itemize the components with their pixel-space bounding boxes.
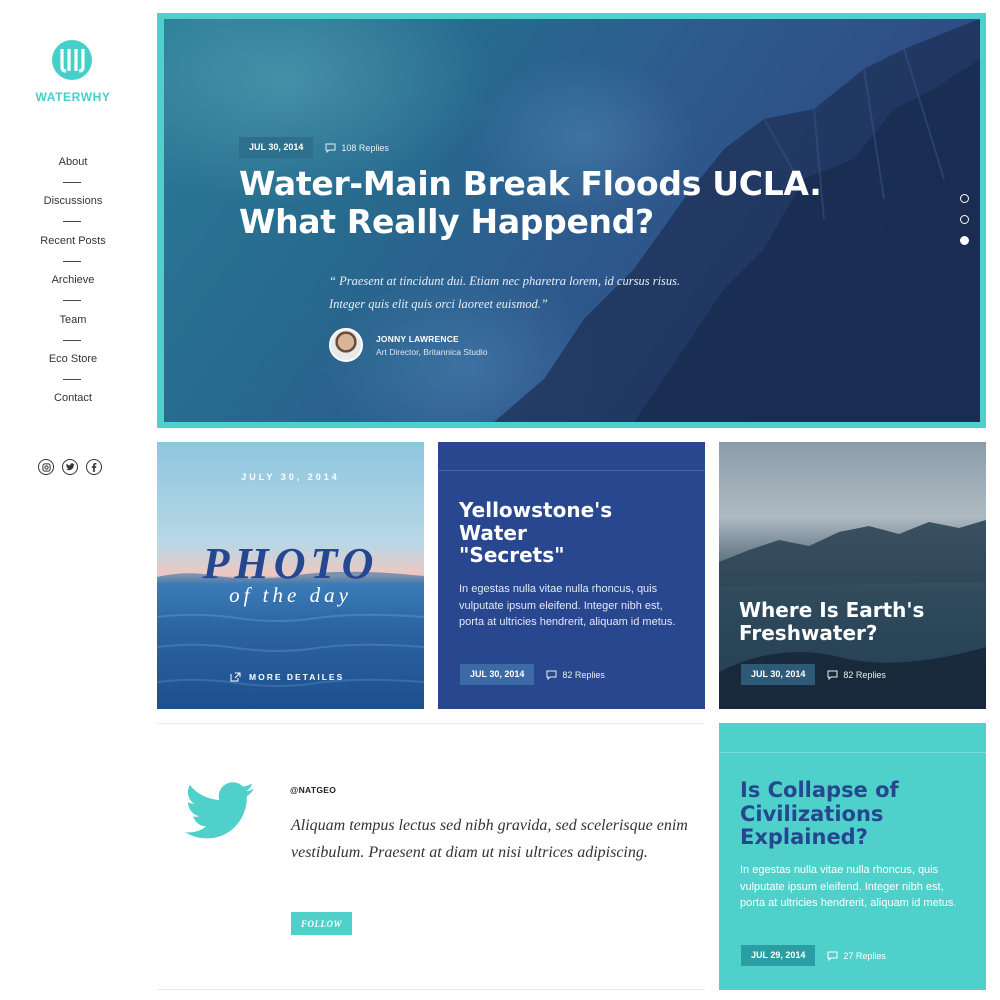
card-replies[interactable]: 27 Replies [827,951,886,961]
comment-icon [325,143,336,153]
sidebar: WATERWHY About Discussions Recent Posts … [0,0,146,1000]
slider-dots [960,194,969,245]
civilizations-card[interactable]: Is Collapse of Civilizations Explained? … [719,723,986,990]
card-meta: JUL 30, 2014 82 Replies [460,664,605,685]
card-divider [719,752,986,753]
card-replies-label: 82 Replies [843,669,886,680]
nav-item-team[interactable]: Team [0,308,146,347]
facebook-icon[interactable] [86,459,102,475]
social-links [38,459,102,475]
twitter-widget: @NATGEO Aliquam tempus lectus sed nibh g… [157,723,705,990]
hero-replies-label: 108 Replies [341,142,389,153]
card-replies-label: 27 Replies [843,950,886,961]
tweet-text: Aliquam tempus lectus sed nibh gravida, … [291,817,688,861]
main-nav: About Discussions Recent Posts Archieve … [0,150,146,426]
card-title[interactable]: Is Collapse of Civilizations Explained? [740,778,899,850]
more-details-link[interactable]: MORE DETAILES [230,672,344,682]
instagram-icon[interactable] [38,459,54,475]
hero-slider[interactable]: JUL 30, 2014 108 Replies Water-Main Brea… [157,13,986,428]
card-title-line-1: Yellowstone's [459,498,613,522]
card-title[interactable]: Yellowstone's Water "Secrets" [459,499,612,567]
hero-quote-line-2: Integer quis elit quis orci laoreet euis… [329,297,548,311]
brand-name[interactable]: WATERWHY [0,90,146,104]
twitter-bird-icon [185,782,254,839]
external-link-icon [230,672,241,682]
nav-item-contact[interactable]: Contact [0,386,146,425]
nav-item-discussions[interactable]: Discussions [0,189,146,228]
card-date-badge: JUL 30, 2014 [741,664,816,685]
comment-icon [827,670,838,680]
avatar [329,328,363,362]
photo-of-the-day-card[interactable]: JULY 30, 2014 PHOTO of the day MORE DETA… [157,442,424,709]
card-title[interactable]: Where Is Earth's Freshwater? [739,599,924,644]
photo-subheading: of the day [229,583,352,607]
card-replies-label: 82 Replies [562,669,605,680]
card-title-line-1: Is Collapse of [740,778,899,802]
comment-icon [827,951,838,961]
slider-dot-1[interactable] [960,194,969,203]
nav-item-archieve[interactable]: Archieve [0,268,146,307]
twitter-handle[interactable]: @NATGEO [290,785,336,795]
twitter-icon[interactable] [62,459,78,475]
nav-item-about[interactable]: About [0,150,146,189]
hero-image: JUL 30, 2014 108 Replies Water-Main Brea… [164,19,980,422]
hero-title[interactable]: Water-Main Break Floods UCLA. What Reall… [239,165,859,241]
card-date-badge: JUL 29, 2014 [741,945,816,966]
hero-quote-line-1: “ Praesent at tincidunt dui. Etiam nec p… [329,274,681,288]
slider-dot-3[interactable] [960,236,969,245]
card-title-line-2: Civilizations [740,801,884,826]
author-role: Art Director, Britannica Studio [376,346,488,357]
hero-meta: JUL 30, 2014 108 Replies [239,137,389,158]
hero-date-badge: JUL 30, 2014 [239,137,314,158]
comment-icon [546,670,557,680]
card-divider [438,470,705,471]
card-date-badge: JUL 30, 2014 [460,664,535,685]
hero-author: JONNY LAWRENCE Art Director, Britannica … [329,328,488,362]
card-replies[interactable]: 82 Replies [827,670,886,680]
card-title-line-1: Where Is Earth's [739,598,925,622]
card-title-line-3: "Secrets" [459,543,565,567]
hero-quote: “ Praesent at tincidunt dui. Etiam nec p… [329,270,749,316]
slider-dot-2[interactable] [960,215,969,224]
card-meta: JUL 30, 2014 82 Replies [741,664,886,685]
card-title-line-2: Water [459,520,527,545]
card-meta: JUL 29, 2014 27 Replies [741,945,886,966]
photo-date: JULY 30, 2014 [241,472,340,482]
freshwater-card[interactable]: Where Is Earth's Freshwater? JUL 30, 201… [719,442,986,709]
card-replies[interactable]: 82 Replies [546,670,605,680]
follow-button[interactable]: FOLLOW [291,912,352,935]
card-title-line-3: Explained? [740,825,868,849]
nav-item-eco-store[interactable]: Eco Store [0,347,146,386]
nav-item-recent-posts[interactable]: Recent Posts [0,229,146,268]
hero-replies[interactable]: 108 Replies [325,143,389,153]
yellowstone-card[interactable]: Yellowstone's Water "Secrets" In egestas… [438,442,705,709]
author-name: JONNY LAWRENCE [376,333,459,344]
card-excerpt: In egestas nulla vitae nulla rhoncus, qu… [740,864,957,909]
more-details-label: MORE DETAILES [249,672,345,682]
card-excerpt: In egestas nulla vitae nulla rhoncus, qu… [459,583,676,628]
photo-heading: PHOTO [202,539,379,588]
card-title-line-2: Freshwater? [739,620,878,645]
waterwhy-logo-icon[interactable] [52,40,92,80]
